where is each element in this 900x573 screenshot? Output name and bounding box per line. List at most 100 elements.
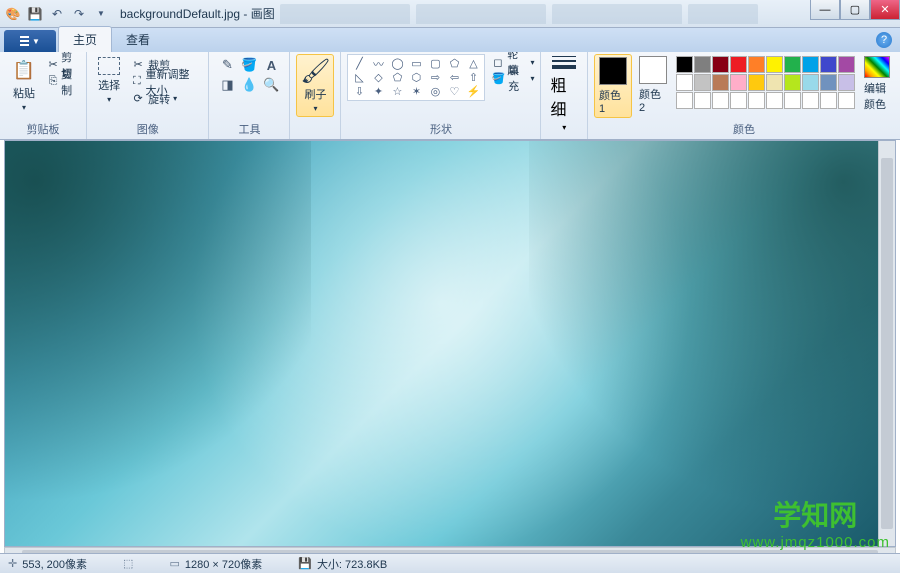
palette-swatch[interactable]: [748, 92, 765, 109]
palette-swatch[interactable]: [838, 74, 855, 91]
shape-star5[interactable]: ☆: [388, 85, 406, 98]
group-brushes: 🖌 刷子 ▾: [290, 52, 341, 139]
menu-icon: [20, 36, 29, 46]
shape-star6[interactable]: ✶: [407, 85, 425, 98]
close-button[interactable]: ✕: [870, 0, 900, 20]
shape-curve[interactable]: 〰: [369, 57, 387, 70]
help-icon[interactable]: ?: [876, 32, 892, 48]
tab-home[interactable]: 主页: [58, 26, 112, 52]
shape-arrow-u[interactable]: ⇧: [464, 71, 482, 84]
shape-arrow-l[interactable]: ⇦: [445, 71, 463, 84]
eraser-tool[interactable]: ◨: [217, 76, 237, 94]
shape-hexagon[interactable]: ⬡: [407, 71, 425, 84]
tab-view[interactable]: 查看: [112, 27, 164, 52]
size-button[interactable]: 粗细 ▾: [547, 54, 581, 134]
palette-swatch[interactable]: [820, 74, 837, 91]
status-selection: ⬚: [123, 557, 133, 570]
shape-roundrect[interactable]: ▢: [426, 57, 444, 70]
shape-arrow-r[interactable]: ⇨: [426, 71, 444, 84]
text-tool[interactable]: A: [261, 56, 281, 74]
watermark-title: 学知网: [741, 494, 890, 534]
palette-swatch[interactable]: [766, 56, 783, 73]
shape-rtriangle[interactable]: ◺: [350, 71, 368, 84]
palette-swatch[interactable]: [820, 92, 837, 109]
shape-triangle[interactable]: △: [464, 57, 482, 70]
palette-swatch[interactable]: [694, 92, 711, 109]
copy-button[interactable]: ⎘ 复制: [48, 73, 77, 90]
shape-line[interactable]: ╱: [350, 57, 368, 70]
fill-tool[interactable]: 🪣: [239, 56, 259, 74]
group-label: 颜色: [594, 120, 894, 138]
brush-label: 刷子: [304, 86, 326, 102]
shape-diamond[interactable]: ◇: [369, 71, 387, 84]
palette-swatch[interactable]: [712, 56, 729, 73]
palette-swatch[interactable]: [766, 74, 783, 91]
palette-swatch[interactable]: [820, 56, 837, 73]
palette-swatch[interactable]: [802, 92, 819, 109]
color2-button[interactable]: 颜色 2: [635, 54, 671, 116]
palette-swatch[interactable]: [748, 74, 765, 91]
palette-swatch[interactable]: [748, 56, 765, 73]
qat-more-icon[interactable]: ▼: [92, 5, 110, 23]
save-icon[interactable]: 💾: [26, 5, 44, 23]
rotate-button[interactable]: ⟳ 旋转 ▾: [131, 90, 199, 107]
zoom-tool[interactable]: 🔍: [261, 76, 281, 94]
window-title: backgroundDefault.jpg - 画图: [120, 5, 275, 22]
shape-rect[interactable]: ▭: [407, 57, 425, 70]
copy-icon: ⎘: [48, 75, 58, 89]
group-label: 图像: [93, 120, 202, 138]
group-colors: 颜色 1 颜色 2 编辑颜色 颜色: [588, 52, 900, 139]
undo-icon[interactable]: ↶: [48, 5, 66, 23]
palette-swatch[interactable]: [802, 56, 819, 73]
vertical-scrollbar[interactable]: [878, 141, 895, 546]
palette-swatch[interactable]: [838, 56, 855, 73]
maximize-button[interactable]: ▢: [840, 0, 870, 20]
group-label: [296, 124, 334, 138]
palette-swatch[interactable]: [730, 56, 747, 73]
palette-swatch[interactable]: [838, 92, 855, 109]
palette-swatch[interactable]: [712, 74, 729, 91]
shape-gallery[interactable]: ╱ 〰 ◯ ▭ ▢ ⬠ △ ◺ ◇ ⬠ ⬡ ⇨ ⇦ ⇧ ⇩ ✦ ☆ ✶ ◎ ♡: [347, 54, 485, 101]
shape-callout[interactable]: ◎: [426, 85, 444, 98]
palette-swatch[interactable]: [676, 74, 693, 91]
color1-button[interactable]: 颜色 1: [594, 54, 632, 118]
picker-tool[interactable]: 💧: [239, 76, 259, 94]
palette-swatch[interactable]: [784, 92, 801, 109]
group-label: 形状: [347, 120, 534, 138]
shape-fill-button[interactable]: 🪣 填充 ▾: [491, 70, 534, 86]
brush-button[interactable]: 🖌 刷子 ▾: [296, 54, 334, 117]
shape-heart[interactable]: ♡: [445, 85, 463, 98]
ribbon: 📋 粘贴 ▾ ✂ 剪切 ⎘ 复制 剪贴板 选择 ▾: [0, 52, 900, 140]
resize-button[interactable]: ⛶ 重新调整大小: [131, 73, 199, 90]
palette-swatch[interactable]: [784, 56, 801, 73]
palette-swatch[interactable]: [784, 74, 801, 91]
palette-swatch[interactable]: [766, 92, 783, 109]
group-shapes: ╱ 〰 ◯ ▭ ▢ ⬠ △ ◺ ◇ ⬠ ⬡ ⇨ ⇦ ⇧ ⇩ ✦ ☆ ✶ ◎ ♡: [341, 52, 541, 139]
watermark-url: www.jmqz1000.com: [741, 534, 890, 551]
shape-polygon[interactable]: ⬠: [445, 57, 463, 70]
palette-swatch[interactable]: [712, 92, 729, 109]
pencil-tool[interactable]: ✎: [217, 56, 237, 74]
minimize-button[interactable]: —: [810, 0, 840, 20]
rotate-label: 旋转: [148, 91, 170, 107]
edit-colors-button[interactable]: 编辑颜色: [860, 54, 894, 114]
select-button[interactable]: 选择 ▾: [93, 54, 125, 107]
redo-icon[interactable]: ↷: [70, 5, 88, 23]
shape-arrow-d[interactable]: ⇩: [350, 85, 368, 98]
paste-button[interactable]: 📋 粘贴 ▾: [6, 54, 42, 115]
scrollbar-thumb[interactable]: [881, 158, 893, 529]
palette-swatch[interactable]: [730, 74, 747, 91]
watermark: 学知网 www.jmqz1000.com: [741, 494, 890, 551]
palette-swatch[interactable]: [694, 56, 711, 73]
palette-swatch[interactable]: [730, 92, 747, 109]
palette-swatch[interactable]: [676, 56, 693, 73]
shape-bolt[interactable]: ⚡: [464, 85, 482, 98]
shape-star4[interactable]: ✦: [369, 85, 387, 98]
palette-swatch[interactable]: [676, 92, 693, 109]
palette-swatch[interactable]: [802, 74, 819, 91]
file-menu-button[interactable]: ▼: [4, 30, 56, 52]
shape-oval[interactable]: ◯: [388, 57, 406, 70]
canvas[interactable]: [5, 141, 878, 546]
shape-pentagon[interactable]: ⬠: [388, 71, 406, 84]
palette-swatch[interactable]: [694, 74, 711, 91]
